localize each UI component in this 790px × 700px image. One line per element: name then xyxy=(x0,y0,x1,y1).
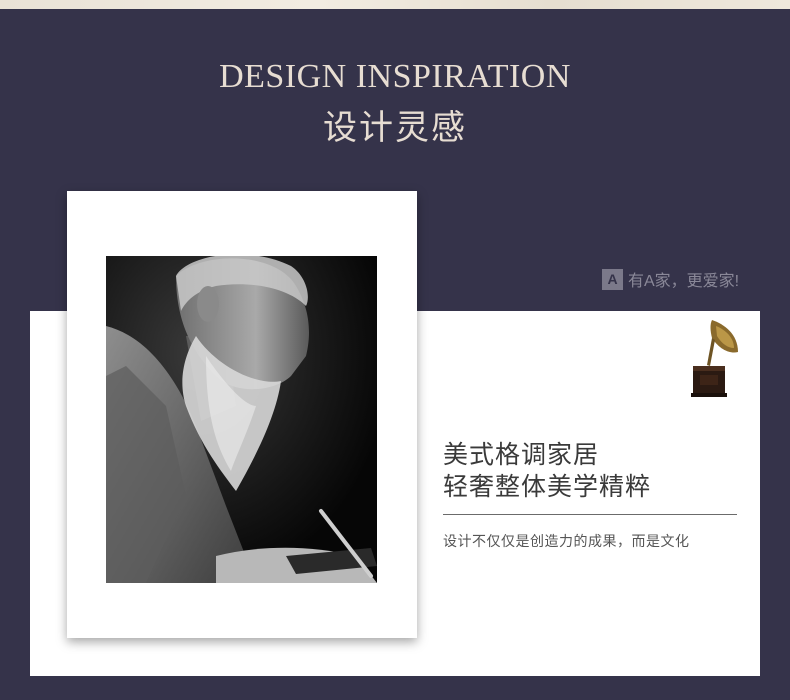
brand-watermark: A 有A家，更爱家! xyxy=(602,267,739,291)
brand-logo-icon: A xyxy=(602,268,623,290)
divider xyxy=(443,514,737,515)
gramophone-icon xyxy=(690,320,740,398)
section-title-chinese: 设计灵感 xyxy=(323,110,467,147)
watermark-text: 有A家，更爱家! xyxy=(628,273,740,290)
photo-frame xyxy=(67,191,417,638)
feature-caption: 设计不仅仅是创造力的成果，而是文化 xyxy=(443,535,690,550)
artisan-photo xyxy=(106,256,377,583)
tagline-line-2: 轻奢整体美学精粹 xyxy=(443,474,652,501)
section-title-english: DESIGN INSPIRATION xyxy=(219,58,571,95)
tagline-line-1: 美式格调家居 xyxy=(443,442,600,469)
feature-tagline: 美式格调家居 轻奢整体美学精粹 xyxy=(443,440,651,504)
artisan-photo-illustration xyxy=(106,256,377,583)
top-texture-strip xyxy=(0,0,790,9)
